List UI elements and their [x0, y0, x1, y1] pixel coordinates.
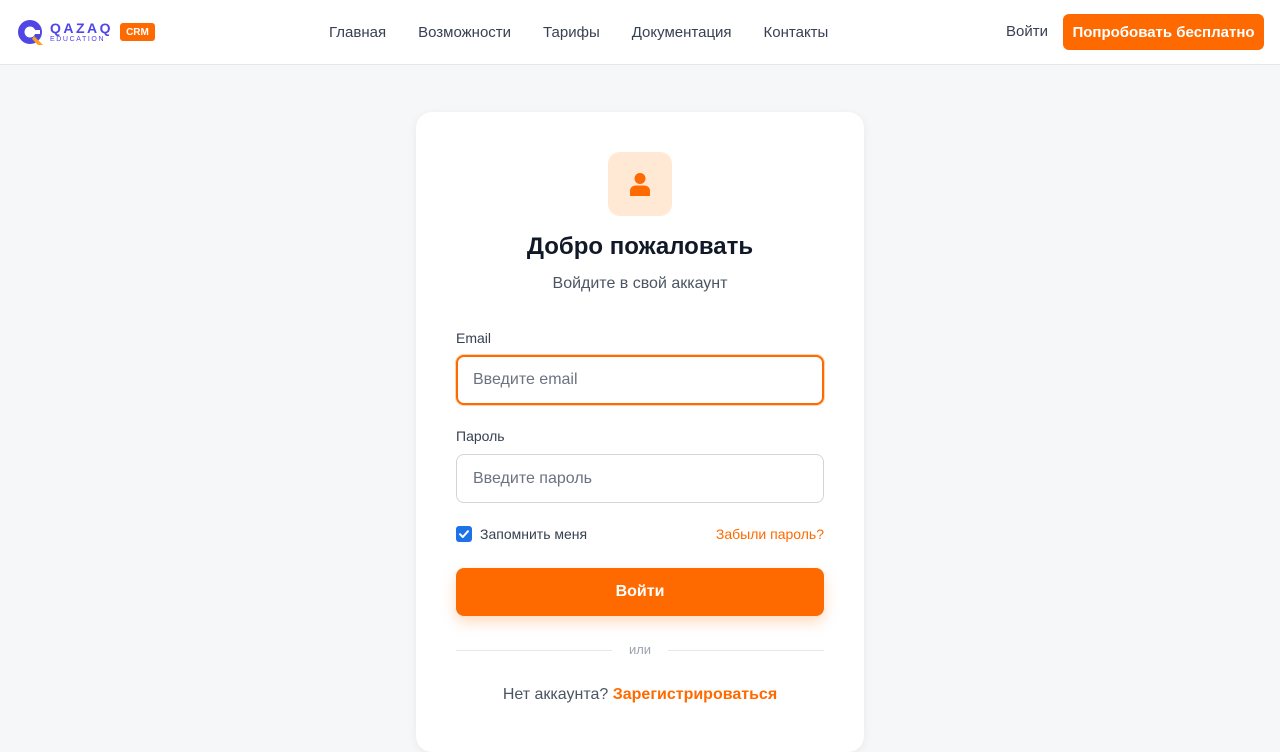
email-field[interactable] [456, 355, 824, 405]
remember-me[interactable]: Запомнить меня [456, 526, 587, 542]
remember-label[interactable]: Запомнить меня [480, 526, 587, 542]
signup-prompt-text: Нет аккаунта? [502, 686, 609, 703]
nav-link-pricing[interactable]: Тарифы [543, 24, 600, 41]
password-field[interactable] [456, 454, 824, 503]
email-label: Email [456, 330, 492, 346]
avatar [608, 152, 672, 216]
user-icon [630, 173, 650, 196]
logo-name: QAZAQ [50, 20, 114, 36]
nav-link-docs[interactable]: Документация [632, 24, 732, 41]
main-nav: Главная Возможности Тарифы Документация … [329, 0, 860, 64]
remember-checkbox[interactable] [456, 526, 472, 542]
logo-text: QAZAQ EDUCATION [50, 21, 113, 43]
logo-subname: EDUCATION [50, 36, 106, 43]
login-card: Добро пожаловать Войдите в свой аккаунт … [416, 112, 864, 752]
brand-logo[interactable]: QAZAQ EDUCATION CRM [16, 18, 155, 46]
signup-link[interactable]: Зарегистрироваться [613, 686, 777, 703]
signup-prompt: Нет аккаунта? Зарегистрироваться [416, 686, 864, 704]
try-free-button[interactable]: Попробовать бесплатно [1063, 14, 1264, 50]
nav-link-features[interactable]: Возможности [418, 24, 511, 41]
logo-mark-icon [18, 20, 43, 45]
nav-login-link[interactable]: Войти [1006, 23, 1048, 40]
crm-badge: CRM [120, 23, 155, 41]
page-title: Добро пожаловать [526, 233, 754, 260]
checkmark-icon [459, 530, 469, 538]
nav-link-contacts[interactable]: Контакты [764, 24, 829, 41]
divider-line-right [668, 650, 824, 651]
password-label: Пароль [456, 428, 505, 444]
login-submit-button[interactable]: Войти [456, 568, 824, 616]
page-subtitle: Войдите в свой аккаунт [552, 275, 728, 292]
forgot-password-link[interactable]: Забыли пароль? [716, 526, 824, 542]
nav-link-home[interactable]: Главная [329, 24, 386, 41]
top-navbar: QAZAQ EDUCATION CRM Главная Возможности … [0, 0, 1280, 65]
